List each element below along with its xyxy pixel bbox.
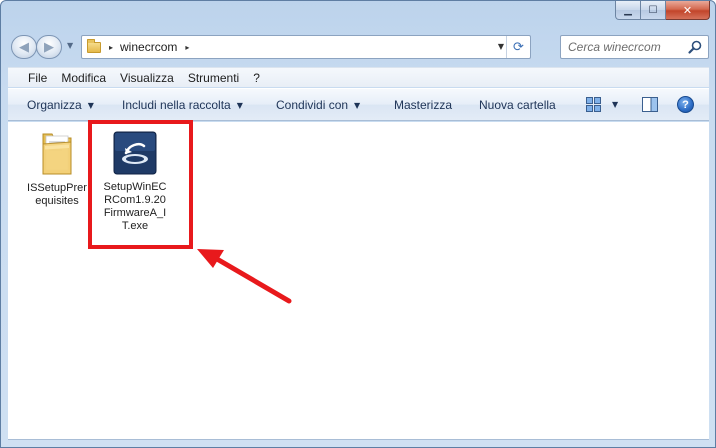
breadcrumb-winecrcom[interactable]: winecrcom [120,40,177,54]
search-icon[interactable] [687,39,703,55]
chevron-down-icon: ▼ [354,100,361,110]
minimize-button[interactable]: ▁ [615,1,641,20]
folder-icon [42,133,72,175]
preview-pane-icon[interactable] [642,97,658,112]
new-folder-button[interactable]: Nuova cartella [479,98,556,112]
address-dropdown-icon[interactable]: ▼ [498,42,504,51]
breadcrumb-arrow-icon[interactable]: ▸ [185,43,189,52]
search-input[interactable] [568,40,686,54]
command-bar: Organizza ▼ Includi nella raccolta ▼ Con… [8,88,709,121]
search-box[interactable] [560,35,709,59]
menu-strumenti[interactable]: Strumenti [181,71,246,85]
file-name: ISSetupPrerequisites [27,182,87,207]
share-with-label: Condividi con [276,98,349,112]
maximize-button[interactable]: ☐ [641,1,666,20]
include-in-library-button[interactable]: Includi nella raccolta ▼ [122,98,243,112]
menu-bar: File Modifica Visualizza Strumenti ? [8,67,709,87]
chevron-down-icon: ▼ [87,100,94,110]
file-item-installer[interactable]: SetupWinECRCom1.9.20FirmwareA_IT.exe [101,128,169,233]
organize-label: Organizza [27,98,82,112]
help-icon[interactable]: ? [677,96,694,113]
include-in-library-label: Includi nella raccolta [122,98,231,112]
menu-help[interactable]: ? [246,71,267,85]
change-view-icon[interactable] [586,97,601,112]
explorer-window: ▁ ☐ ✕ ◀ ▶ ▼ ▸ winecrcom ▸ ▼ ⟳ File Modif… [0,0,716,448]
close-button[interactable]: ✕ [666,1,710,20]
back-button[interactable]: ◀ [11,35,37,59]
menu-file[interactable]: File [8,71,54,85]
organize-button[interactable]: Organizza ▼ [27,98,94,112]
installer-icon [113,131,157,175]
recent-pages-dropdown[interactable]: ▼ [67,41,73,50]
menu-modifica[interactable]: Modifica [54,71,113,85]
navigation-bar: ◀ ▶ ▼ ▸ winecrcom ▸ ▼ ⟳ [9,34,709,60]
burn-label: Masterizza [394,98,453,112]
file-name: SetupWinECRCom1.9.20FirmwareA_IT.exe [103,181,167,232]
menu-visualizza[interactable]: Visualizza [113,71,181,85]
burn-button[interactable]: Masterizza [394,98,452,112]
address-bar[interactable]: ▸ winecrcom ▸ ▼ ⟳ [81,35,531,59]
breadcrumb-arrow-icon[interactable]: ▸ [109,43,113,52]
folder-icon [87,38,101,53]
new-folder-label: Nuova cartella [479,98,556,112]
chevron-down-icon: ▼ [236,100,243,110]
forward-button[interactable]: ▶ [36,35,62,59]
caption-buttons: ▁ ☐ ✕ [615,1,710,20]
share-with-button[interactable]: Condividi con ▼ [276,98,360,112]
file-item-folder[interactable]: ISSetupPrerequisites [24,126,90,208]
file-list: ISSetupPrerequisites SetupWinECRCom1.9.2… [8,120,709,440]
refresh-icon[interactable]: ⟳ [506,36,530,58]
view-options-chevron-icon[interactable]: ▼ [612,100,618,109]
